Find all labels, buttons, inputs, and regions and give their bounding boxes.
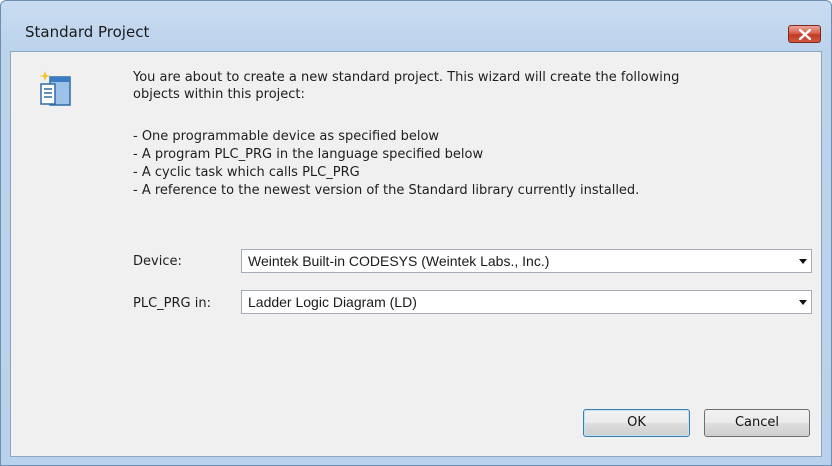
bullet-library: - A reference to the newest version of t… xyxy=(133,183,640,198)
chevron-down-icon[interactable] xyxy=(799,259,807,264)
intro-text: You are about to create a new standard p… xyxy=(133,69,803,103)
device-dropdown-value: Weintek Built-in CODESYS (Weintek Labs.,… xyxy=(248,253,550,269)
window-title: Standard Project xyxy=(25,23,150,41)
chevron-down-icon[interactable] xyxy=(799,300,807,305)
ok-button[interactable]: OK xyxy=(583,409,690,437)
bullet-program: - A program PLC_PRG in the language spec… xyxy=(133,147,484,162)
dialog-window: Standard Project You are about to create… xyxy=(0,0,832,466)
cancel-button[interactable]: Cancel xyxy=(704,409,810,437)
bullet-task: - A cyclic task which calls PLC_PRG xyxy=(133,165,360,180)
device-label: Device: xyxy=(133,254,182,269)
intro-line-1: You are about to create a new standard p… xyxy=(133,70,680,85)
plc-prg-language-dropdown[interactable]: Ladder Logic Diagram (LD) xyxy=(241,290,812,314)
dialog-content: You are about to create a new standard p… xyxy=(10,51,822,457)
bullet-device: - One programmable device as specified b… xyxy=(133,129,440,144)
plc-prg-dropdown-value: Ladder Logic Diagram (LD) xyxy=(248,294,417,310)
plc-prg-label: PLC_PRG in: xyxy=(133,296,211,311)
new-project-wizard-icon xyxy=(39,71,71,106)
device-dropdown[interactable]: Weintek Built-in CODESYS (Weintek Labs.,… xyxy=(241,249,812,273)
intro-line-2: objects within this project: xyxy=(133,87,305,102)
close-button[interactable] xyxy=(788,25,821,43)
close-x-icon xyxy=(799,29,811,40)
